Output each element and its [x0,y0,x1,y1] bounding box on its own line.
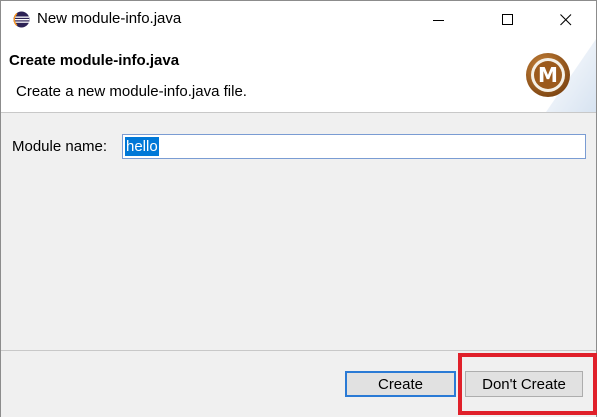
window-title: New module-info.java [37,10,182,27]
eclipse-icon [13,11,30,28]
dialog-window: New module-info.java Create module-info.… [0,0,597,417]
maximize-button[interactable] [485,1,531,39]
page-title: Create module-info.java [9,52,180,69]
title-bar[interactable]: New module-info.java [1,1,596,39]
button-bar: Create Don't Create [1,351,597,417]
minimize-button[interactable] [416,1,462,39]
logo-letter: M [538,63,558,87]
module-name-input[interactable]: hello [122,134,586,159]
module-name-label: Module name: [12,138,108,155]
module-name-value: hello [125,137,159,156]
form-area: Module name: hello [1,113,596,350]
page-description: Create a new module-info.java file. [16,83,247,100]
header-banner: Create module-info.java Create a new mod… [1,39,596,112]
maximize-icon [502,14,513,25]
minimize-icon [433,20,444,21]
close-button[interactable] [543,1,589,39]
highlight-box [458,353,597,415]
create-button[interactable]: Create [345,371,456,397]
maven-logo-icon: M [526,53,570,97]
close-icon [560,14,572,26]
